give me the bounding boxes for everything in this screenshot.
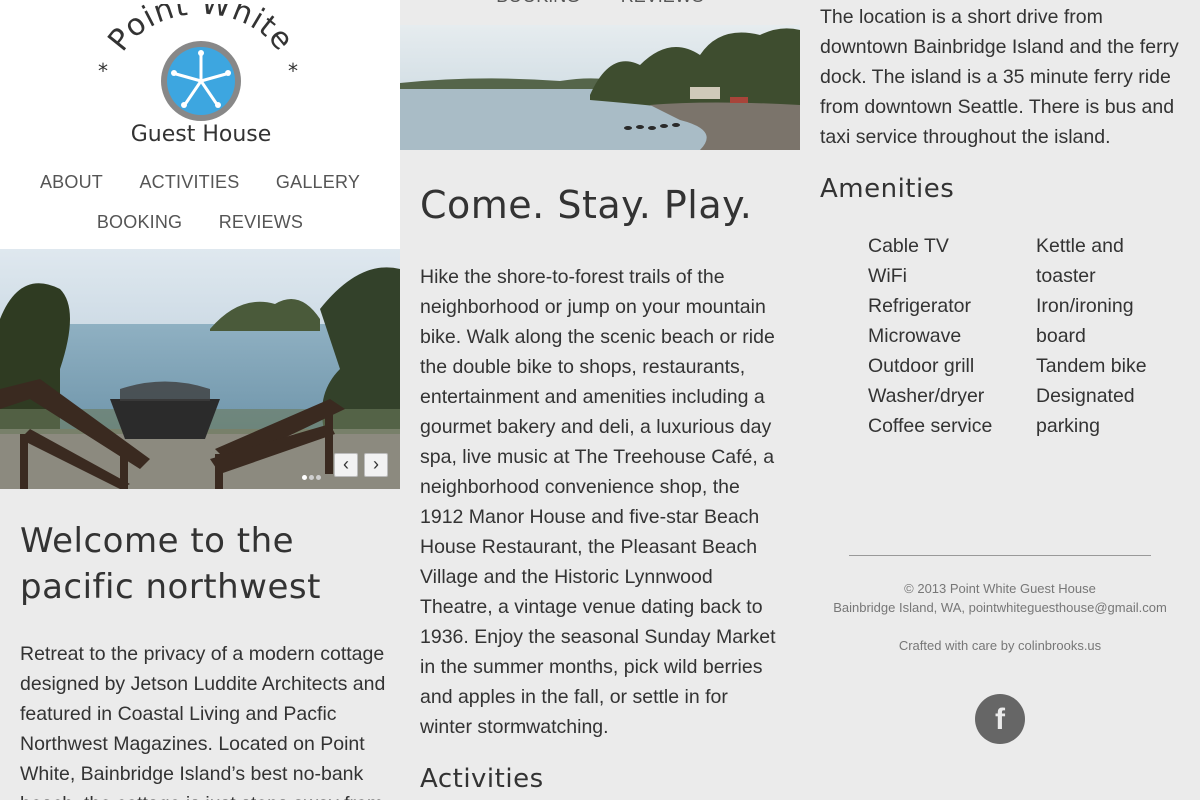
amenity-item: Iron/ironing board [1036, 295, 1134, 347]
contact-text[interactable]: Bainbridge Island, WA, pointwhiteguestho… [800, 598, 1200, 617]
activities-heading: Activities [420, 764, 544, 794]
nav-partial: BOOKING REVIEWS [400, 0, 800, 7]
nav-about[interactable]: ABOUT [40, 168, 103, 196]
nav-booking-partial[interactable]: BOOKING [496, 0, 580, 7]
chevron-right-icon[interactable]: › [364, 453, 388, 477]
logo-sand-dollar-icon: Point White * * Guest House [98, 4, 300, 147]
slide-dot[interactable] [302, 475, 307, 480]
credit-link[interactable]: Crafted with care by colinbrooks.us [800, 636, 1200, 655]
facebook-icon[interactable]: f [975, 694, 1025, 744]
amenity-item: Outdoor grill [868, 355, 975, 377]
nav-activities[interactable]: ACTIVITIES [139, 168, 239, 196]
amenity-item: Tandem bike [1036, 355, 1147, 377]
main-nav: ABOUT ACTIVITIES GALLERY BOOKING REVIEWS [0, 168, 400, 248]
amenity-item: Designated parking [1036, 385, 1135, 437]
amenity-item: Washer/dryer [868, 385, 985, 407]
amenities-list-2: Kettle and toaster Iron/ironing board Ta… [1036, 231, 1166, 441]
welcome-heading: Welcome to the pacific northwest [20, 521, 321, 607]
middle-column: BOOKING REVIEWS [400, 0, 800, 800]
chevron-left-icon[interactable]: ‹ [334, 453, 358, 477]
logo-subtitle: Guest House [131, 122, 272, 147]
activities-intro-text: Hike the shore-to-forest trails of the n… [420, 266, 776, 738]
amenity-item: Microwave [868, 325, 962, 347]
svg-text:*: * [288, 59, 298, 83]
shoreline-image [400, 25, 800, 150]
nav-booking[interactable]: BOOKING [97, 208, 182, 236]
copyright-text: © 2013 Point White Guest House [904, 581, 1096, 596]
slide-dot[interactable] [316, 475, 321, 480]
nav-gallery[interactable]: GALLERY [276, 168, 360, 196]
amenity-item: Kettle and toaster [1036, 235, 1124, 287]
amenities-heading: Amenities [820, 174, 955, 204]
slide-dots [302, 467, 323, 485]
amenity-item: Refrigerator [868, 295, 971, 317]
shoreline-photo [400, 25, 800, 150]
right-column: The location is a short drive from downt… [800, 0, 1200, 800]
amenity-item: WiFi [868, 265, 907, 287]
amenity-item: Cable TV [868, 235, 949, 257]
footer-divider [849, 555, 1151, 556]
left-column: Point White * * Guest House ABOUT ACTIVI… [0, 0, 400, 800]
svg-text:*: * [98, 59, 108, 83]
site-footer: © 2013 Point White Guest House Bainbridg… [800, 579, 1200, 655]
nav-reviews[interactable]: REVIEWS [219, 208, 303, 236]
location-text: The location is a short drive from downt… [820, 6, 1179, 148]
welcome-text: Retreat to the privacy of a modern cotta… [20, 643, 386, 800]
slide-dot[interactable] [309, 475, 314, 480]
amenity-item: Coffee service [868, 415, 993, 437]
site-header: Point White * * Guest House ABOUT ACTIVI… [0, 0, 400, 249]
come-stay-play-heading: Come. Stay. Play. [420, 183, 753, 227]
amenities-list-1: Cable TV WiFi Refrigerator Microwave Out… [868, 231, 1018, 441]
hero-slideshow: ‹ › [0, 249, 400, 489]
nav-reviews-partial[interactable]: REVIEWS [621, 0, 704, 7]
